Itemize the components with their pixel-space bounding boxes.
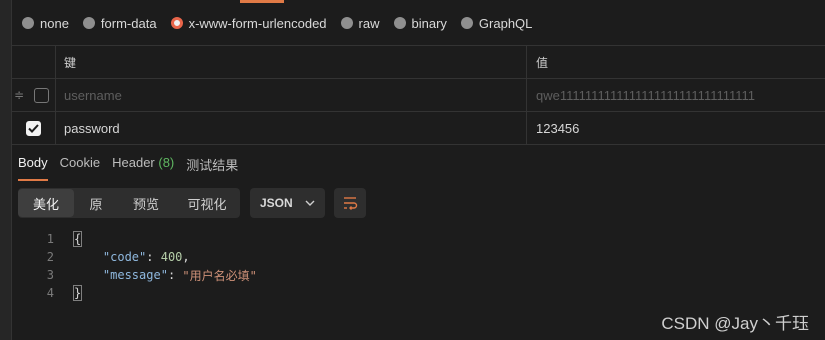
line-number: 4	[46, 286, 54, 300]
drag-handle-icon[interactable]: ≑	[14, 88, 24, 102]
value-input[interactable]: 123456	[527, 112, 825, 144]
json-string-value: "用户名必填"	[182, 268, 257, 283]
chevron-down-icon	[305, 200, 315, 206]
tab-body[interactable]: Body	[18, 155, 48, 181]
json-key: "code"	[102, 250, 147, 264]
code-line: 3 "message": "用户名必填"	[30, 266, 257, 284]
colon: :	[167, 268, 183, 282]
key-input[interactable]: password	[55, 112, 527, 144]
body-type-binary[interactable]: binary	[393, 15, 447, 31]
body-type-label: form-data	[100, 15, 157, 31]
wrap-lines-icon	[344, 197, 358, 210]
body-type-label: binary	[411, 15, 447, 31]
radio-icon	[82, 17, 95, 29]
header-key-cell: 键	[55, 46, 527, 78]
response-tabs: Body Cookie Header (8) 测试结果	[18, 155, 238, 181]
wrap-lines-button[interactable]	[334, 188, 366, 218]
tab-header-label: Header	[112, 155, 155, 170]
row-checkbox-checked[interactable]	[25, 120, 41, 136]
row-control-cell: ≑	[11, 79, 56, 111]
radio-icon	[460, 17, 473, 29]
checkmark-icon	[27, 123, 39, 133]
tab-cookie[interactable]: Cookie	[60, 155, 100, 181]
json-number-value: 400	[160, 250, 183, 264]
body-type-none[interactable]: none	[22, 16, 69, 31]
header-value-cell: 值	[527, 46, 825, 78]
line-number: 1	[46, 232, 54, 246]
view-pretty-button[interactable]: 美化	[18, 189, 74, 217]
comma: ,	[182, 250, 190, 264]
format-dropdown[interactable]: JSON	[250, 188, 325, 218]
body-type-label: GraphQL	[478, 15, 533, 31]
line-number: 3	[46, 268, 54, 282]
table-header-row: 键 值	[11, 45, 825, 78]
body-type-graphql[interactable]: GraphQL	[460, 15, 533, 31]
key-value-text: password	[64, 120, 120, 136]
radio-icon	[340, 17, 353, 29]
close-brace: }	[72, 285, 83, 301]
header-count-badge: (8)	[158, 155, 175, 170]
body-type-form-data[interactable]: form-data	[82, 15, 157, 31]
body-type-label: x-www-form-urlencoded	[188, 15, 327, 31]
view-preview-button[interactable]: 预览	[118, 189, 174, 217]
row-checkbox[interactable]	[33, 87, 49, 103]
header-control-cell	[11, 46, 56, 78]
active-tab-indicator	[240, 0, 284, 3]
tab-header[interactable]: Header (8)	[112, 155, 174, 181]
radio-icon	[22, 17, 34, 29]
body-type-raw[interactable]: raw	[340, 15, 380, 31]
view-raw-button[interactable]: 原	[74, 189, 118, 217]
body-type-urlencoded[interactable]: x-www-form-urlencoded	[170, 15, 327, 31]
key-placeholder: username	[64, 87, 122, 103]
code-line: 4 }	[30, 284, 257, 302]
radio-icon	[393, 17, 406, 29]
row-control-cell	[11, 112, 56, 144]
watermark: CSDN @Jay丶千珏	[661, 314, 809, 333]
radio-selected-icon	[170, 17, 183, 29]
body-type-options: none form-data x-www-form-urlencoded raw…	[22, 12, 532, 34]
params-table: 键 值 ≑ username qwe1111111111111111111111…	[11, 45, 825, 145]
table-row-placeholder: ≑ username qwe11111111111111111111111111…	[11, 78, 825, 111]
table-row: password 123456	[11, 111, 825, 145]
view-mode-switcher: 美化 原 预览 可视化	[18, 188, 240, 218]
colon: :	[146, 250, 161, 264]
body-type-label: raw	[358, 15, 380, 31]
tab-test-results[interactable]: 测试结果	[186, 155, 238, 181]
body-type-label: none	[40, 15, 69, 31]
open-brace: {	[72, 231, 83, 247]
code-line: 1 {	[30, 230, 257, 248]
key-column-header: 键	[64, 55, 77, 70]
key-input[interactable]: username	[55, 79, 527, 111]
format-label: JSON	[260, 196, 293, 210]
line-number: 2	[46, 250, 54, 264]
value-text: 123456	[536, 120, 580, 136]
value-placeholder: qwe1111111111111111111111111111111	[536, 87, 756, 103]
json-key: "message"	[102, 268, 168, 282]
response-code-view[interactable]: 1 { 2 "code": 400, 3 "message": "用户名必填" …	[30, 230, 257, 302]
value-input[interactable]: qwe1111111111111111111111111111111	[527, 79, 825, 111]
code-line: 2 "code": 400,	[30, 248, 257, 266]
value-column-header: 值	[536, 55, 549, 70]
view-visualize-button[interactable]: 可视化	[174, 189, 240, 217]
